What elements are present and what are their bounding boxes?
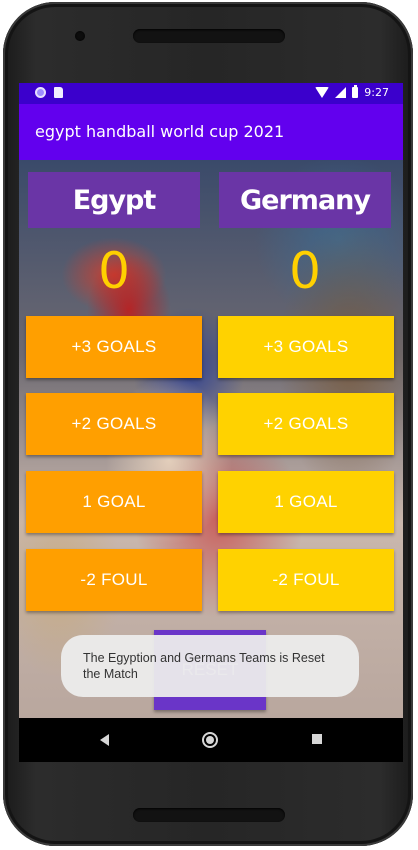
app-bar: egypt handball world cup 2021 (19, 104, 403, 160)
home-icon[interactable] (202, 732, 218, 748)
front-camera (75, 31, 85, 41)
germany-plus2-goals-button[interactable]: +2 GOALS (218, 393, 394, 455)
main-content: Egypt 0 +3 GOALS +2 GOALS 1 GOAL -2 FOUL… (19, 160, 403, 718)
egypt-minus2-foul-button[interactable]: -2 FOUL (26, 549, 202, 611)
phone-frame: 9:27 egypt handball world cup 2021 Egypt… (3, 2, 413, 846)
device-screen: 9:27 egypt handball world cup 2021 Egypt… (19, 83, 403, 762)
egypt-plus3-goals-button[interactable]: +3 GOALS (26, 316, 202, 378)
team-name-egypt: Egypt (28, 172, 200, 228)
score-germany: 0 (289, 242, 321, 300)
germany-minus2-foul-button[interactable]: -2 FOUL (218, 549, 394, 611)
back-icon[interactable] (100, 734, 109, 746)
score-egypt: 0 (98, 242, 130, 300)
sd-card-icon (54, 87, 63, 98)
wifi-icon (315, 87, 330, 98)
germany-plus3-goals-button[interactable]: +3 GOALS (218, 316, 394, 378)
app-title: egypt handball world cup 2021 (35, 122, 285, 141)
team-name-germany: Germany (219, 172, 391, 228)
germany-1-goal-button[interactable]: 1 GOAL (218, 471, 394, 533)
bottom-speaker (133, 808, 285, 822)
circle-notification-icon (35, 87, 46, 98)
earpiece-speaker (133, 29, 285, 43)
egypt-plus2-goals-button[interactable]: +2 GOALS (26, 393, 202, 455)
cell-signal-icon (335, 87, 347, 98)
battery-icon (352, 85, 359, 98)
egypt-1-goal-button[interactable]: 1 GOAL (26, 471, 202, 533)
navigation-bar (19, 718, 403, 762)
status-bar: 9:27 (19, 83, 403, 104)
recents-icon[interactable] (312, 734, 322, 744)
status-time: 9:27 (364, 86, 389, 99)
toast-message: The Egyption and Germans Teams is Reset … (61, 635, 359, 697)
